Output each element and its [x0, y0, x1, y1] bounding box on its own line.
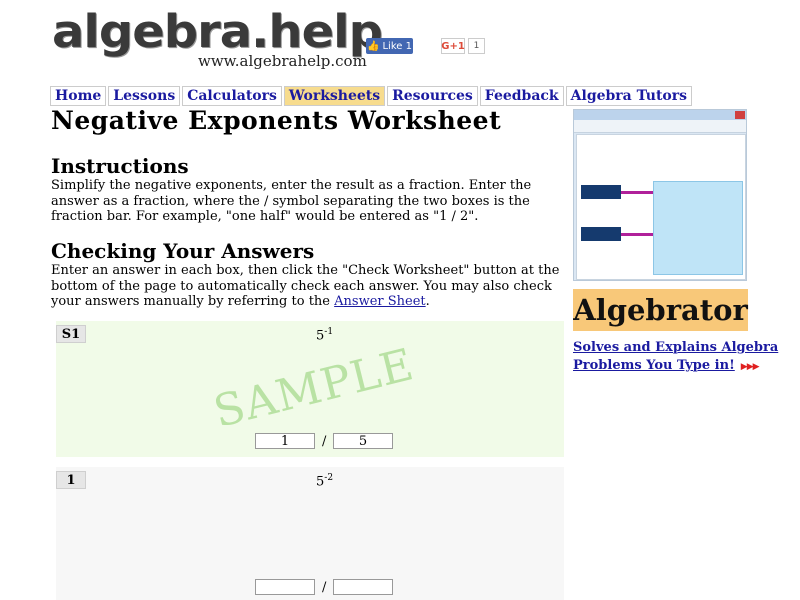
ad-link-line2[interactable]: Problems You Type in! — [573, 358, 735, 373]
problem-label: S1 — [56, 325, 86, 343]
checking-text-body: Enter an answer in each box, then click … — [51, 263, 560, 309]
numerator-input[interactable] — [255, 579, 315, 595]
arrow-icon — [621, 233, 653, 236]
fraction-slash: / — [322, 580, 327, 595]
ad-window-toolbar — [574, 120, 746, 133]
facebook-like-button[interactable]: 👍 Like 1 — [366, 38, 413, 54]
problem-card-sample: S1 5-1 SAMPLE 1 / 5 — [56, 321, 564, 457]
site-url: www.algebrahelp.com — [198, 52, 367, 70]
algebrator-screenshot-ad[interactable] — [573, 109, 747, 281]
problem-card-1: 1 5-2 / — [56, 467, 564, 600]
problem-expression: 5-1 — [316, 327, 333, 343]
checking-heading: Checking Your Answers — [51, 239, 315, 263]
denominator-input[interactable]: 5 — [333, 433, 393, 449]
instructions-text: Simplify the negative exponents, enter t… — [51, 178, 532, 224]
problem-exponent: -2 — [324, 473, 334, 483]
ad-window-titlebar — [574, 110, 746, 120]
nav-worksheets[interactable]: Worksheets — [283, 86, 386, 106]
checking-text-tail: . — [425, 294, 430, 309]
ad-equation-block — [581, 227, 621, 241]
google-plus-button[interactable]: G+1 — [441, 38, 465, 54]
nav-feedback[interactable]: Feedback — [479, 86, 564, 106]
ad-link-line1[interactable]: Solves and Explains Algebra — [573, 340, 778, 355]
problem-expression: 5-2 — [316, 473, 333, 489]
google-plus-count: 1 — [468, 38, 485, 54]
fraction-slash: / — [322, 434, 327, 449]
nav-algebra-tutors[interactable]: Algebra Tutors — [565, 86, 693, 106]
algebrator-ad-text[interactable]: Solves and Explains Algebra Problems You… — [573, 339, 778, 376]
numerator-input[interactable]: 1 — [255, 433, 315, 449]
page-title: Negative Exponents Worksheet — [51, 106, 502, 135]
sample-watermark: SAMPLE — [208, 339, 420, 438]
close-icon — [735, 111, 745, 119]
triple-arrow-icon: ▶▶▶ — [740, 362, 760, 372]
arrow-icon — [621, 191, 653, 194]
ad-equation-block — [581, 185, 621, 199]
thumbs-up-icon: 👍 — [367, 40, 380, 52]
main-nav: Home Lessons Calculators Worksheets Reso… — [50, 86, 693, 106]
problem-exponent: -1 — [324, 327, 334, 337]
facebook-like-label: Like 1 — [382, 40, 412, 52]
instructions-heading: Instructions — [51, 154, 189, 178]
nav-resources[interactable]: Resources — [387, 86, 478, 106]
answer-sheet-link[interactable]: Answer Sheet — [334, 294, 426, 309]
site-logo[interactable]: algebra.help — [52, 5, 383, 58]
ad-explanation-panel — [653, 181, 743, 275]
nav-home[interactable]: Home — [50, 86, 107, 106]
checking-text: Enter an answer in each box, then click … — [51, 263, 571, 310]
nav-lessons[interactable]: Lessons — [108, 86, 181, 106]
problem-label: 1 — [56, 471, 86, 489]
denominator-input[interactable] — [333, 579, 393, 595]
nav-calculators[interactable]: Calculators — [182, 86, 282, 106]
algebrator-banner[interactable]: Algebrator — [573, 289, 748, 331]
ad-window-workspace — [576, 134, 746, 280]
